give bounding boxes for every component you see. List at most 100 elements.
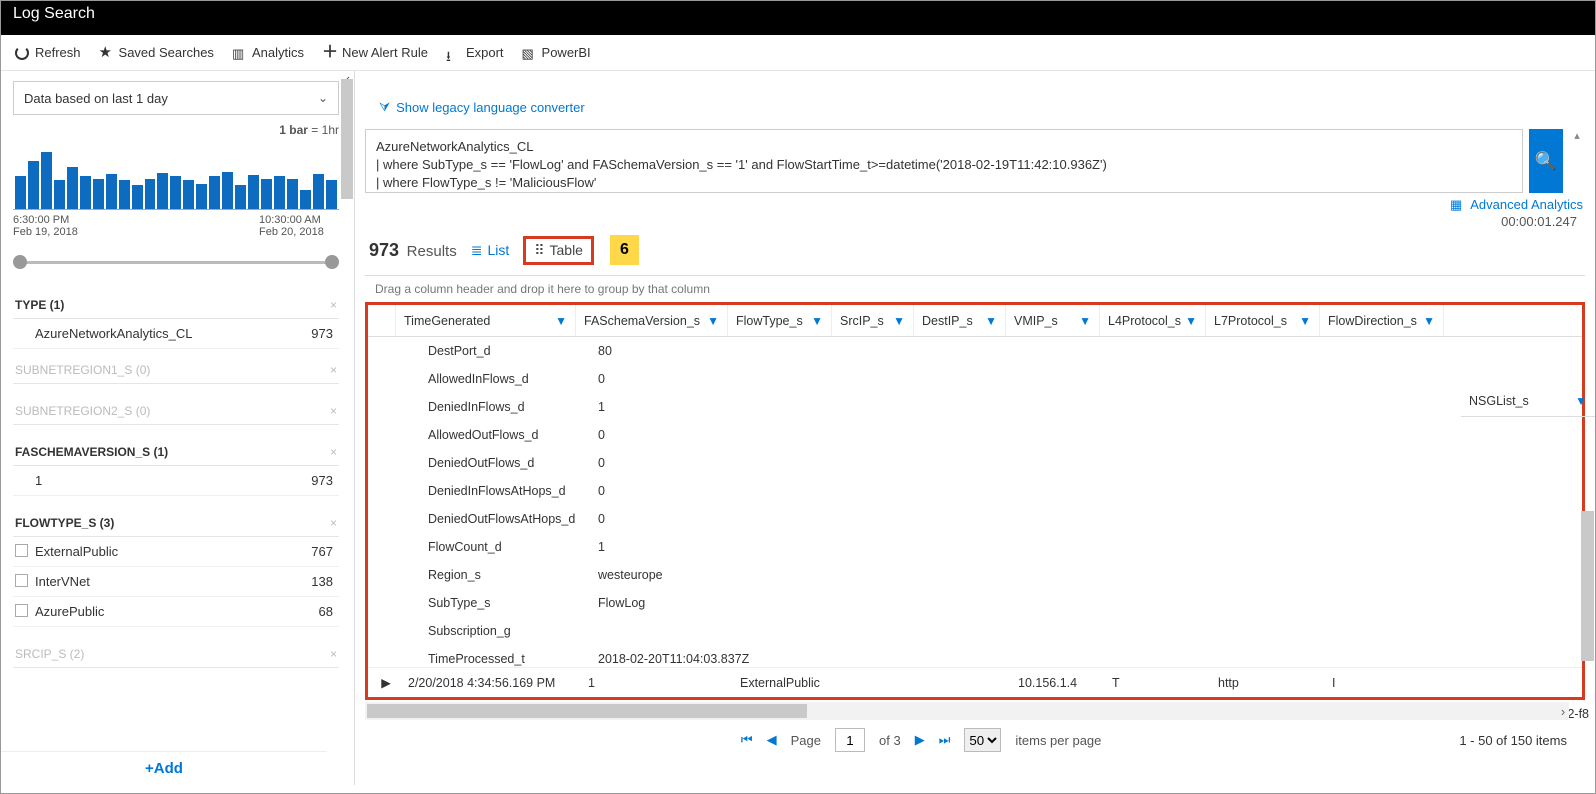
bar[interactable] [67,167,78,209]
list-view-button[interactable]: ≣ List [471,242,510,259]
close-icon[interactable]: × [330,404,337,418]
bar[interactable] [235,185,246,209]
facet-subnetregion2-header[interactable]: SUBNETREGION2_S (0)× [13,398,339,425]
close-icon[interactable]: × [330,363,337,377]
col-faschemaversion[interactable]: FASchemaVersion_s▼ [576,305,728,336]
filter-icon[interactable]: ▼ [893,314,905,328]
query-vertical-scrollbar[interactable]: ▴ [1569,129,1585,193]
filter-icon[interactable]: ▼ [1299,314,1311,328]
bar[interactable] [313,174,324,209]
pager-perpage-select[interactable]: 50 [964,728,1001,752]
facet-subnetregion1-header[interactable]: SUBNETREGION1_S (0)× [13,357,339,384]
facet-item-fasch-0[interactable]: 1 973 [13,466,339,496]
facet-srcip-header[interactable]: SRCIP_S (2)× [13,641,339,668]
facet-item-type-0[interactable]: AzureNetworkAnalytics_CL 973 [13,319,339,349]
close-icon[interactable]: × [330,298,337,312]
bar[interactable] [54,180,65,209]
bar-chart[interactable] [13,141,339,209]
col-l7protocol[interactable]: L7Protocol_s▼ [1206,305,1320,336]
filter-icon[interactable]: ▼ [985,314,997,328]
facet-flowtype-header[interactable]: FLOWTYPE_S (3)× [13,510,339,537]
col-flowtype[interactable]: FlowType_s▼ [728,305,832,336]
checkbox-icon[interactable] [15,574,28,587]
close-icon[interactable]: × [330,647,337,661]
bar[interactable] [248,175,259,209]
refresh-button[interactable]: Refresh [15,45,81,60]
filter-icon[interactable]: ▼ [1423,314,1435,328]
facet-item-flowtype-2[interactable]: AzurePublic 68 [13,597,339,627]
col-flowdirection[interactable]: FlowDirection_s▼ [1320,305,1444,336]
export-button[interactable]: ⭳ Export [446,45,504,60]
query-input[interactable]: AzureNetworkAnalytics_CL | where SubType… [365,129,1523,193]
col-destip[interactable]: DestIP_s▼ [914,305,1006,336]
sidebar-scrollbar[interactable] [340,83,354,745]
filter-icon[interactable]: ▼ [555,314,567,328]
time-slider[interactable] [13,256,339,270]
bar[interactable] [145,179,156,209]
bar[interactable] [106,174,117,209]
bar[interactable] [93,179,104,209]
timerange-dropdown[interactable]: Data based on last 1 day ⌄ [13,81,339,115]
table-horizontal-scrollbar[interactable]: ‹ › [365,702,1569,720]
pager-last-button[interactable]: ⏭ [939,732,951,748]
saved-searches-button[interactable]: ★ Saved Searches [99,45,214,60]
col-timegenerated[interactable]: TimeGenerated▼ [396,305,576,336]
facet-item-flowtype-1[interactable]: InterVNet 138 [13,567,339,597]
facet-type-header[interactable]: TYPE (1)× [13,292,339,319]
col-nsglist[interactable]: NSGList_s▼ [1461,385,1595,417]
bar[interactable] [196,184,207,209]
col-vmip[interactable]: VMIP_s▼ [1006,305,1100,336]
facet-item-flowtype-0[interactable]: ExternalPublic 767 [13,537,339,567]
bar[interactable] [15,176,26,209]
filter-icon[interactable]: ▼ [1575,394,1587,408]
col-srcip[interactable]: SrcIP_s▼ [832,305,914,336]
filter-icon[interactable]: ▼ [1079,314,1091,328]
bar[interactable] [183,180,194,209]
bar[interactable] [41,152,52,209]
scrollbar-thumb[interactable] [1581,511,1594,661]
col-l4protocol[interactable]: L4Protocol_s▼ [1100,305,1206,336]
filter-icon[interactable]: ▼ [707,314,719,328]
bar[interactable] [119,180,130,209]
scroll-right-button[interactable]: › [1555,702,1571,720]
content-scrollbar[interactable] [1580,421,1595,705]
chevron-down-icon: ⌄ [318,91,328,105]
table-row[interactable]: ▶ 2/20/2018 4:34:56.169 PM 1 ExternalPub… [368,667,1582,697]
scrollbar-thumb[interactable] [367,704,807,718]
scrollbar-thumb[interactable] [341,79,353,199]
bar[interactable] [28,161,39,209]
bar[interactable] [300,190,311,209]
bar[interactable] [222,172,233,209]
pager-prev-button[interactable]: ◀ [767,732,777,748]
bar[interactable] [287,179,298,209]
filter-icon[interactable]: ▼ [811,314,823,328]
bar[interactable] [157,173,168,209]
powerbi-button[interactable]: ▧ PowerBI [522,45,591,60]
advanced-analytics-link[interactable]: Advanced Analytics [1468,195,1585,214]
facet-faschemaversion-header[interactable]: FASCHEMAVERSION_S (1)× [13,439,339,466]
table-view-button[interactable]: ⠿ Table [534,242,583,259]
close-icon[interactable]: × [330,445,337,459]
add-facet-button[interactable]: +Add [1,751,327,785]
run-query-button[interactable]: 🔍 [1529,129,1563,193]
bar[interactable] [261,179,272,209]
bar[interactable] [132,185,143,209]
bar[interactable] [274,176,285,209]
close-icon[interactable]: × [330,516,337,530]
expand-row-button[interactable]: ▶ [372,675,400,690]
new-alert-rule-button[interactable]: ＋ New Alert Rule [322,45,428,60]
slider-handle-right[interactable] [325,255,339,269]
analytics-button[interactable]: ▥ Analytics [232,45,304,60]
bar[interactable] [209,176,220,209]
slider-handle-left[interactable] [13,255,27,269]
show-legacy-converter-link[interactable]: ⮛ Show legacy language converter [365,71,589,129]
pager-page-input[interactable] [835,728,865,752]
pager-first-button[interactable]: ⏮ [741,732,753,748]
bar[interactable] [80,176,91,209]
checkbox-icon[interactable] [15,544,28,557]
pager-next-button[interactable]: ▶ [915,732,925,748]
bar[interactable] [170,176,181,209]
bar[interactable] [326,180,337,209]
checkbox-icon[interactable] [15,604,28,617]
filter-icon[interactable]: ▼ [1185,314,1197,328]
